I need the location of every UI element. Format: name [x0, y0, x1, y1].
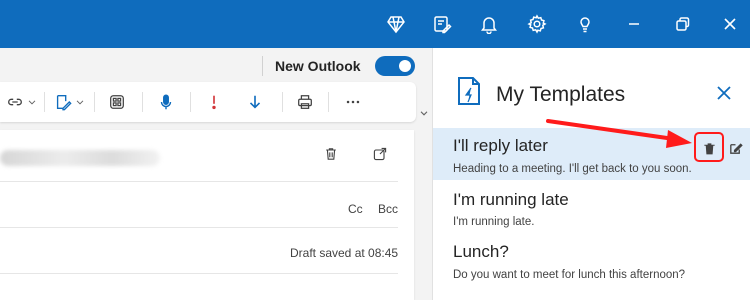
- cc-button[interactable]: Cc: [348, 202, 363, 216]
- signature-icon[interactable]: [52, 90, 74, 114]
- print-icon[interactable]: [294, 90, 316, 114]
- importance-high-icon[interactable]: [203, 90, 225, 114]
- header-divider: [262, 56, 263, 76]
- outlook-window: New Outlook Cc Bcc Draft saved at 08:45 …: [0, 0, 750, 300]
- close-icon[interactable]: [715, 84, 733, 102]
- templates-logo-icon: [455, 74, 485, 108]
- popout-icon[interactable]: [372, 146, 392, 166]
- chevron-down-icon[interactable]: [74, 90, 86, 114]
- toolbar-separator: [282, 92, 283, 112]
- template-title: I'm running late: [453, 190, 569, 209]
- toolbar-separator: [94, 92, 95, 112]
- new-outlook-label: New Outlook: [275, 58, 361, 74]
- lightbulb-icon[interactable]: [571, 10, 599, 38]
- apps-icon[interactable]: [106, 90, 128, 114]
- template-title: Lunch?: [453, 242, 509, 261]
- templates-panel: My Templates I'll reply later Heading to…: [432, 48, 750, 300]
- title-bar: [0, 0, 750, 48]
- draft-status: Draft saved at 08:45: [290, 246, 399, 260]
- toolbar-separator: [190, 92, 191, 112]
- compose-area: New Outlook Cc Bcc Draft saved at 08:45: [0, 48, 432, 300]
- minimize-icon[interactable]: [620, 10, 648, 38]
- chevron-down-icon[interactable]: [26, 90, 38, 114]
- toolbar-separator: [142, 92, 143, 112]
- microphone-icon[interactable]: [155, 90, 177, 114]
- template-item[interactable]: I'm running late I'm running late.: [433, 180, 750, 232]
- annotation-highlight-box: [694, 132, 724, 162]
- cc-row: [0, 182, 398, 228]
- template-title: I'll reply later: [453, 136, 548, 155]
- discard-icon[interactable]: [323, 146, 343, 166]
- link-icon[interactable]: [4, 90, 26, 114]
- toolbar-separator: [328, 92, 329, 112]
- restore-icon[interactable]: [668, 10, 696, 38]
- toolbar-separator: [44, 92, 45, 112]
- toggle-knob: [399, 60, 411, 72]
- template-item[interactable]: Lunch? Do you want to meet for lunch thi…: [433, 232, 750, 284]
- ribbon-collapse-icon[interactable]: [418, 106, 430, 118]
- diamond-icon[interactable]: [382, 10, 410, 38]
- blurred-recipient: [0, 150, 160, 166]
- importance-low-icon[interactable]: [244, 90, 266, 114]
- recipient-row[interactable]: [0, 130, 398, 182]
- note-edit-icon[interactable]: [428, 10, 456, 38]
- bcc-button[interactable]: Bcc: [378, 202, 398, 216]
- template-body: Do you want to meet for lunch this after…: [453, 269, 686, 281]
- compose-toolbar: [0, 82, 416, 122]
- window-close-icon[interactable]: [716, 10, 744, 38]
- more-icon[interactable]: [342, 90, 364, 114]
- template-body: I'm running late.: [453, 216, 535, 228]
- bell-icon[interactable]: [475, 10, 503, 38]
- compose-card: Cc Bcc Draft saved at 08:45: [0, 130, 414, 300]
- edit-template-icon[interactable]: [722, 135, 748, 161]
- template-body: Heading to a meeting. I'll get back to y…: [453, 163, 692, 175]
- panel-title: My Templates: [496, 83, 626, 106]
- gear-icon[interactable]: [523, 10, 551, 38]
- new-outlook-toggle[interactable]: [375, 56, 415, 76]
